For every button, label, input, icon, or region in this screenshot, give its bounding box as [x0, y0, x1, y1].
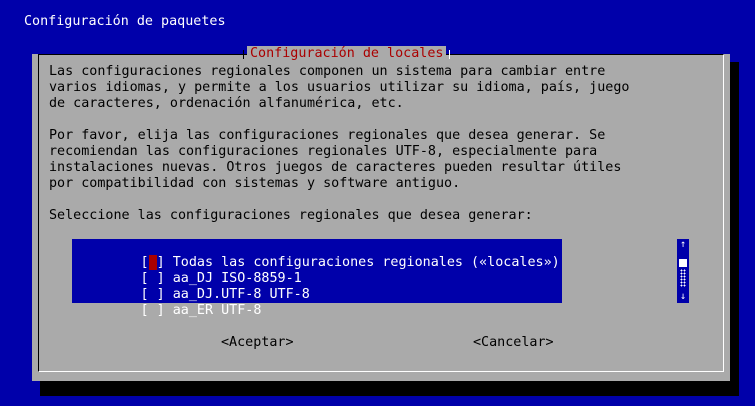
- instruction-line-4: por compatibilidad con sistemas y softwa…: [49, 176, 461, 191]
- terminal-screen: Configuración de paquetes Configuración …: [0, 0, 755, 406]
- list-item[interactable]: [ ] aa_ER UTF-8: [76, 287, 262, 318]
- scroll-down-arrow-icon[interactable]: ↓: [677, 291, 689, 303]
- list-item-label: aa_ER UTF-8: [172, 303, 262, 318]
- dialog-title: Configuración de locales: [242, 46, 451, 62]
- list-scrollbar[interactable]: ↑ ↓: [677, 239, 689, 303]
- list-item[interactable]: [ ] aa_DJ ISO-8859-1: [76, 255, 302, 286]
- checkbox[interactable]: [ ]: [141, 303, 165, 318]
- instruction-line-3: instalaciones nuevas. Otros juegos de ca…: [49, 160, 622, 175]
- locales-checklist[interactable]: [ ] Todas las configuraciones regionales…: [72, 239, 562, 318]
- instruction-line-1: Por favor, elija las configuraciones reg…: [49, 128, 606, 143]
- scroll-thumb[interactable]: [679, 259, 687, 267]
- description-line-1: Las configuraciones regionales componen …: [49, 64, 606, 79]
- scroll-up-arrow-icon[interactable]: ↑: [677, 239, 689, 251]
- cancel-button[interactable]: <Cancelar>: [473, 335, 554, 351]
- locales-dialog: Configuración de locales Las configuraci…: [32, 46, 730, 381]
- description-line-3: de caracteres, ordenación alfanumérica, …: [49, 96, 404, 111]
- accept-button[interactable]: <Aceptar>: [221, 335, 294, 351]
- selection-prompt: Seleccione las configuraciones regionale…: [49, 208, 533, 223]
- instruction-line-2: recomiendan las configuraciones regional…: [49, 144, 598, 159]
- backtitle: Configuración de paquetes: [24, 14, 226, 29]
- list-item[interactable]: [ ] Todas las configuraciones regionales…: [76, 239, 560, 270]
- description-line-2: varios idiomas, y permite a los usuarios…: [49, 80, 630, 95]
- list-item[interactable]: [ ] aa_DJ.UTF-8 UTF-8: [76, 271, 310, 302]
- scroll-track[interactable]: [680, 269, 686, 287]
